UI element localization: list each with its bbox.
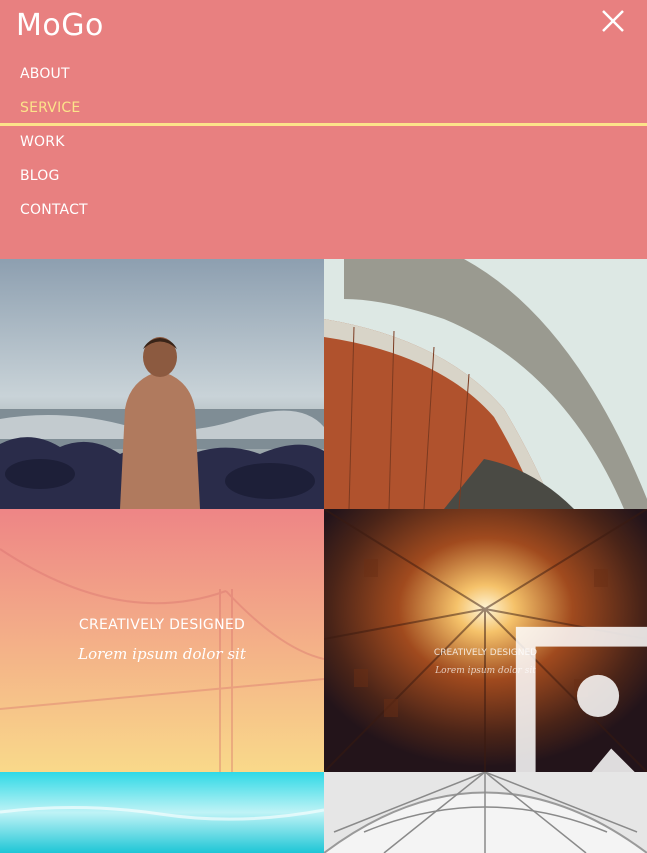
nav-item-blog[interactable]: BLOG <box>0 159 647 193</box>
featured-subtitle: Lorem ipsum dolor sit <box>78 645 246 663</box>
courtyard-subtitle: Lorem ipsum dolor sit <box>435 666 536 676</box>
photo-water <box>0 772 324 853</box>
nav-item-contact[interactable]: CONTACT <box>0 193 647 227</box>
gallery-item-man-by-sea[interactable] <box>0 259 324 509</box>
nav-item-service[interactable]: SERVICE <box>0 91 647 126</box>
main-nav: ABOUT SERVICE WORK BLOG CONTACT <box>0 57 647 227</box>
gallery-item-dome[interactable] <box>324 772 647 853</box>
close-menu-button[interactable] <box>598 6 628 36</box>
gallery-item-courtyard[interactable]: CREATIVELY DESIGNED Lorem ipsum dolor si… <box>324 509 647 772</box>
photo-bridge-overlay <box>0 509 324 772</box>
photo-architecture <box>324 259 647 509</box>
nav-item-about[interactable]: ABOUT <box>0 57 647 91</box>
logo[interactable]: MoGo <box>16 8 104 43</box>
photo-dome <box>324 772 647 853</box>
nav-item-work[interactable]: WORK <box>0 125 647 159</box>
image-icon <box>515 626 647 772</box>
gallery-item-architecture[interactable] <box>324 259 647 509</box>
gallery-item-featured[interactable]: CREATIVELY DESIGNED Lorem ipsum dolor si… <box>0 509 324 772</box>
mobile-menu-header: MoGo ABOUT SERVICE WORK BLOG CONTACT <box>0 0 647 259</box>
courtyard-title: CREATIVELY DESIGNED <box>433 648 538 658</box>
photo-man-by-sea <box>0 259 324 509</box>
close-icon <box>602 10 624 32</box>
gallery-item-water[interactable] <box>0 772 324 853</box>
featured-title: CREATIVELY DESIGNED <box>78 617 246 633</box>
